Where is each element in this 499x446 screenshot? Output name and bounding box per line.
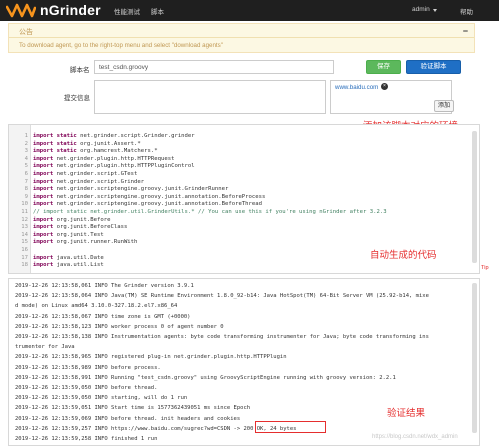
code-keyword: import [33, 254, 54, 261]
log-line: 2019-12-26 12:13:58,991 INFO Running "te… [15, 374, 396, 381]
nav-help[interactable]: 帮助 [460, 6, 473, 16]
code-keyword: import [33, 193, 54, 200]
notice-title: 公告 [19, 29, 33, 36]
validation-log: 2019-12-26 12:13:58,061 INFO The Grinder… [8, 278, 480, 446]
host-entry: www.baidu.com [335, 84, 379, 91]
ngrinder-logo-icon [6, 3, 36, 18]
code-keyword: import [33, 216, 54, 223]
submit-info-textarea[interactable] [94, 80, 326, 114]
code-rest: net.grinder.plugin.http.HTTPPluginContro… [53, 163, 195, 170]
code-keyword: import [33, 201, 54, 208]
code-keyword: import [33, 163, 54, 170]
line-number: 18 [21, 262, 28, 269]
log-line: d mode) on Linux amd64 3.10.0-327.18.2.e… [15, 303, 178, 310]
log-line: 2019-12-26 12:13:58,138 INFO Instrumenta… [15, 334, 429, 340]
log-line: 2019-12-26 12:13:58,965 INFO registered … [15, 354, 287, 361]
log-line: 2019-12-26 12:13:59,050 INFO before thre… [15, 385, 158, 391]
minus-icon[interactable]: − [463, 26, 468, 36]
save-button[interactable]: 保存 [366, 60, 401, 74]
code-rest: net.grinder.scriptengine.groovy.junit.Gr… [53, 186, 229, 193]
notice-text: To download agent, go to the right-top m… [19, 42, 223, 49]
annotation-verify: 验证结果 [387, 408, 426, 419]
code-rest: java.util.List [53, 262, 104, 269]
user-menu[interactable]: admin [412, 6, 430, 13]
log-line: 2019-12-26 12:13:58,989 INFO before proc… [15, 364, 161, 371]
code-rest: org.junit.runner.RunWith [53, 239, 138, 246]
log-line: 2019-12-26 12:13:58,067 INFO time zone i… [15, 313, 191, 320]
submit-info-label: 提交信息 [64, 95, 90, 102]
log-line: trumenter for Java [15, 344, 75, 351]
editor-scrollbar[interactable] [472, 131, 477, 263]
log-line: 2019-12-26 12:13:59,257 INFO https://www… [15, 425, 297, 432]
code-rest: org.junit.Assert.* [76, 140, 141, 147]
log-line: 2019-12-26 12:13:58,123 INFO worker proc… [15, 323, 224, 330]
log-line: 2019-12-26 12:13:58,064 INFO Java(TM) SE… [15, 293, 429, 300]
code-rest: org.junit.BeforeClass [53, 224, 128, 231]
code-keyword: import [33, 224, 54, 231]
log-line: 2019-12-26 12:13:59,050 INFO starting, w… [15, 395, 188, 402]
nav-performance-test[interactable]: 性能测试 [114, 6, 140, 16]
code-rest: java.util.Date [53, 254, 104, 261]
code-rest: net.grinder.script.Grinder [53, 178, 145, 185]
watermark: https://blog.csdn.net/wdx_admin [372, 434, 458, 440]
log-line: 2019-12-26 12:13:58,061 INFO The Grinder… [15, 283, 194, 289]
code-rest: net.grinder.script.Grinder.grinder [76, 133, 195, 139]
tip-label: Tip [481, 265, 489, 271]
app-logo-text[interactable]: nGrinder [40, 2, 101, 18]
notice-divider [9, 37, 474, 38]
code-comment: // import static net.grinder.util.Grinde… [33, 209, 387, 215]
code-text: import java.util.List [33, 261, 104, 270]
annotation-code: 自动生成的代码 [370, 250, 437, 261]
code-keyword: import static [33, 133, 77, 139]
script-name-label: 脚本名 [70, 67, 90, 74]
code-keyword: import [33, 262, 54, 269]
code-keyword: import [33, 178, 54, 185]
code-rest: net.grinder.plugin.http.HTTPRequest [53, 155, 175, 162]
code-rest: org.junit.Before [53, 216, 111, 223]
nav-script[interactable]: 脚本 [151, 6, 164, 16]
remove-host-icon[interactable]: × [381, 83, 388, 90]
code-rest: net.grinder.script.GTest [53, 171, 138, 177]
code-keyword: import [33, 231, 54, 238]
code-line: 18 import java.util.List [9, 261, 469, 270]
code-keyword: import [33, 239, 54, 246]
log-scrollbar[interactable] [472, 283, 477, 433]
code-keyword: import [33, 186, 54, 193]
top-navbar: nGrinder 性能测试 脚本 admin 帮助 [0, 0, 499, 21]
code-keyword: import static [33, 148, 77, 155]
add-host-button[interactable]: 添加 [434, 100, 454, 112]
notice-panel: 公告 − To download agent, go to the right-… [8, 23, 475, 53]
code-rest: org.hamcrest.Matchers.* [76, 148, 158, 155]
code-rest: net.grinder.scriptengine.groovy.junit.an… [53, 201, 263, 208]
script-form: 脚本名 保存 验证脚本 提交信息 www.baidu.com × 添加 [8, 56, 475, 116]
caret-down-icon [433, 9, 437, 12]
result-highlight-box [255, 421, 326, 433]
code-rest: org.junit.Test [53, 231, 104, 238]
validate-script-button[interactable]: 验证脚本 [406, 60, 461, 74]
script-name-input[interactable] [94, 60, 334, 74]
code-keyword: import static [33, 140, 77, 147]
code-keyword: import [33, 155, 54, 162]
code-rest: net.grinder.scriptengine.groovy.junit.an… [53, 193, 266, 200]
code-keyword: import [33, 171, 54, 177]
